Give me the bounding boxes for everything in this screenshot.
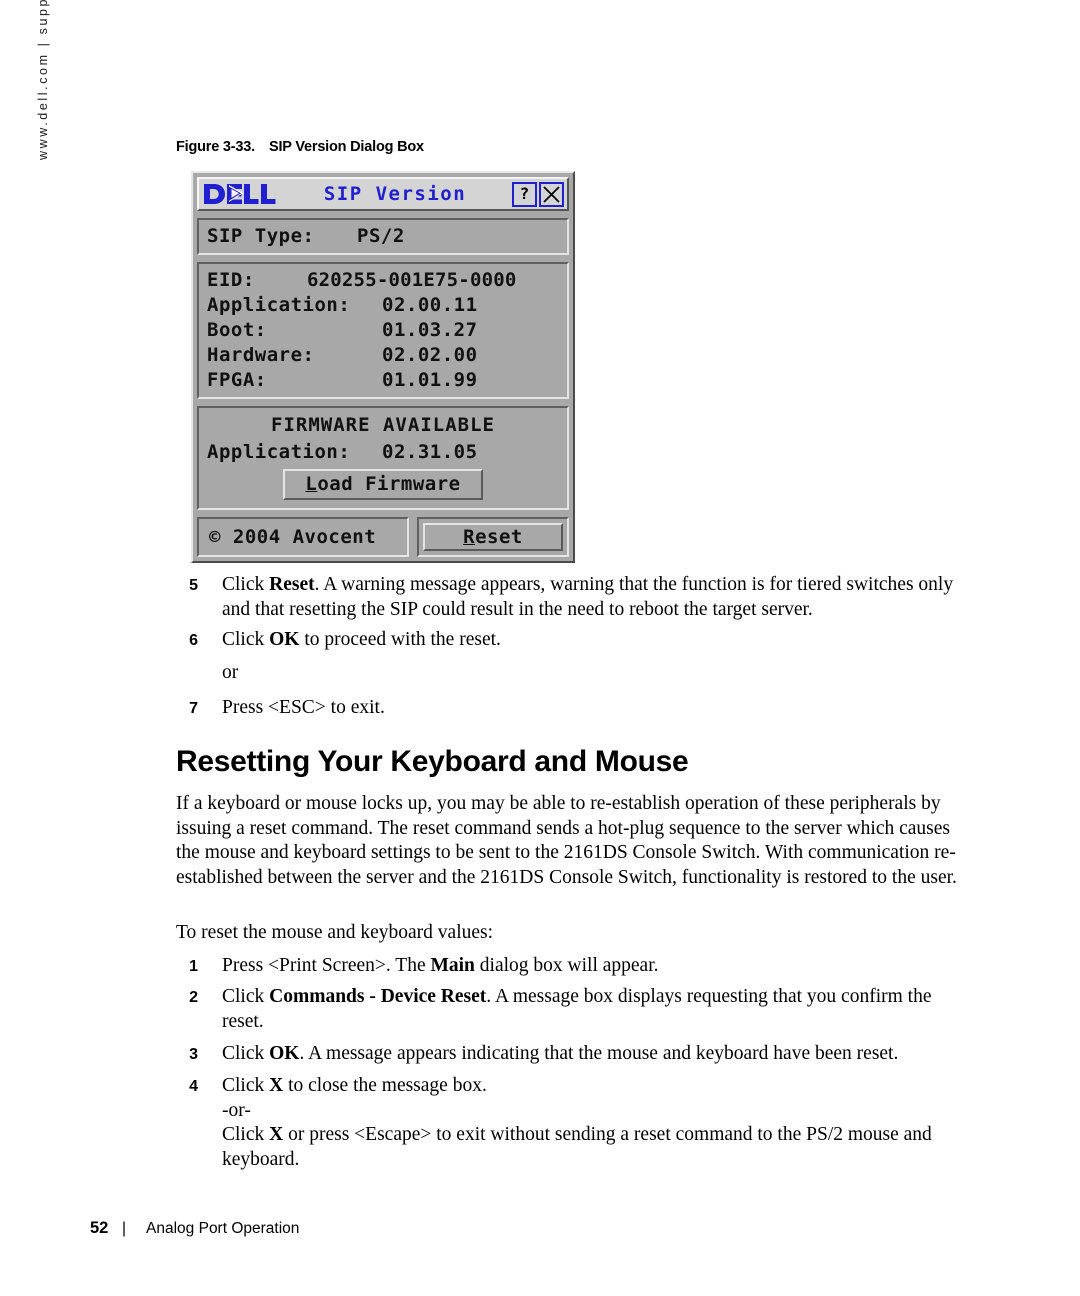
eid-row: EID: 620255-001E75-0000 [207, 268, 559, 293]
dialog-titlebar: SIP Version ? [197, 177, 569, 211]
hardware-row: Hardware: 02.02.00 [207, 343, 559, 368]
sip-type-row: SIP Type: PS/2 [207, 224, 559, 249]
firmware-application-row: Application: 02.31.05 [207, 439, 559, 465]
figure-title: SIP Version Dialog Box [269, 139, 424, 155]
step-4-text: Click X to close the message box. -or- Cli… [222, 1075, 932, 1170]
help-icon[interactable]: ? [512, 181, 537, 207]
dell-logo-icon [204, 183, 296, 205]
step-2-number: 2 [189, 989, 198, 1006]
titlebar-buttons: ? [512, 181, 564, 207]
sip-version-dialog: SIP Version ? SIP Type: PS/2 EID: 620255… [191, 171, 575, 563]
application-label: Application: [207, 294, 351, 316]
side-url-rule: www.dell.com | support.dell.com [36, 0, 50, 160]
application-row: Application: 02.00.11 [207, 293, 559, 318]
application-value: 02.00.11 [382, 294, 478, 316]
step-or-separator: or [176, 661, 976, 686]
step-5: 5 Click Reset. A warning message appears… [176, 573, 976, 622]
reset-button[interactable]: Reset [423, 523, 563, 551]
footer-chapter: Analog Port Operation [146, 1220, 300, 1237]
load-firmware-button[interactable]: Load Firmware [283, 469, 483, 500]
eid-label: EID: [207, 269, 255, 291]
step-4-number: 4 [189, 1078, 198, 1095]
dialog-footer: © 2004 Avocent Reset [197, 517, 569, 557]
step-or-text: or [222, 662, 239, 683]
step-4: 4 Click X to close the message box. -or- C… [176, 1074, 976, 1172]
reset-accel: R [463, 526, 476, 548]
load-firmware-label: oad Firmware [317, 473, 461, 495]
fpga-value: 01.01.99 [382, 369, 478, 391]
step-3: 3 Click OK. A message appears indicating… [176, 1042, 976, 1067]
hardware-label: Hardware: [207, 344, 315, 366]
step-5-number: 5 [189, 577, 198, 594]
sip-type-value: PS/2 [357, 225, 405, 247]
lead-in-text: To reset the mouse and keyboard values: [176, 922, 494, 943]
step-2-text: Click Commands - Device Reset. A message… [222, 986, 932, 1032]
footer-separator: | [122, 1220, 127, 1237]
reset-button-wrap: Reset [417, 517, 569, 557]
firmware-available-heading: FIRMWARE AVAILABLE [271, 414, 495, 436]
fpga-row: FPGA: 01.01.99 [207, 368, 559, 393]
step-1: 1 Press <Print Screen>. The Main dialog … [176, 954, 976, 979]
close-icon[interactable] [539, 181, 564, 207]
page-number: 52 [90, 1219, 109, 1237]
step-6: 6 Click OK to proceed with the reset. [176, 628, 976, 653]
boot-label: Boot: [207, 319, 267, 341]
version-panel: EID: 620255-001E75-0000 Application: 02.… [197, 262, 569, 399]
boot-value: 01.03.27 [382, 319, 478, 341]
step-7-text: Press <ESC> to exit. [222, 697, 385, 718]
intro-paragraph: If a keyboard or mouse locks up, you may… [176, 793, 957, 888]
step-3-text: Click OK. A message appears indicating t… [222, 1043, 899, 1064]
step-1-text: Press <Print Screen>. The Main dialog bo… [222, 955, 659, 976]
dialog-title: SIP Version [323, 183, 467, 205]
step-2: 2 Click Commands - Device Reset. A messa… [176, 985, 976, 1034]
step-6-number: 6 [189, 632, 198, 649]
copyright-text: © 2004 Avocent [197, 517, 409, 557]
firmware-available-panel: FIRMWARE AVAILABLE Application: 02.31.05… [197, 406, 569, 510]
sip-type-panel: SIP Type: PS/2 [197, 218, 569, 255]
step-6-text: Click OK to proceed with the reset. [222, 629, 501, 650]
hardware-value: 02.02.00 [382, 344, 478, 366]
page-section-heading: Resetting Your Keyboard and Mouse [176, 745, 689, 778]
step-1-number: 1 [189, 958, 198, 975]
page-footer: 52 | Analog Port Operation [90, 1219, 299, 1238]
boot-row: Boot: 01.03.27 [207, 318, 559, 343]
figure-caption: Figure 3-33. SIP Version Dialog Box [176, 139, 424, 155]
figure-number: Figure 3-33. [176, 139, 255, 155]
step-7-number: 7 [189, 700, 198, 717]
step-5-text: Click Reset. A warning message appears, … [222, 574, 954, 620]
sip-type-label: SIP Type: [207, 225, 315, 247]
reset-label: eset [475, 526, 523, 548]
step-3-number: 3 [189, 1046, 198, 1063]
fpga-label: FPGA: [207, 369, 267, 391]
load-firmware-accel: L [305, 473, 318, 495]
step-7: 7 Press <ESC> to exit. [176, 696, 976, 721]
firmware-application-value: 02.31.05 [382, 441, 478, 463]
eid-value: 620255-001E75-0000 [307, 269, 517, 291]
firmware-application-label: Application: [207, 441, 351, 463]
